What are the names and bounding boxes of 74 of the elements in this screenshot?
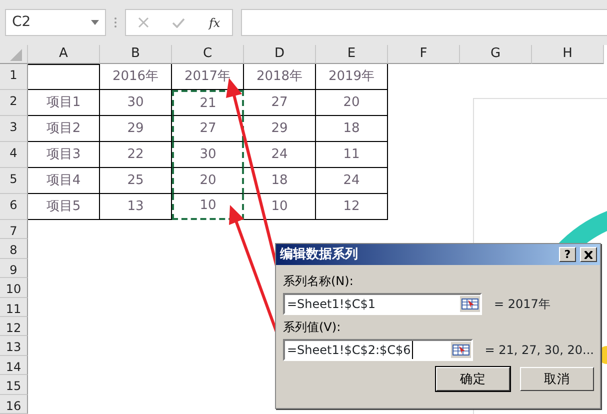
table-cell: 11 [316, 142, 388, 168]
row-header[interactable]: 11 [0, 298, 28, 317]
formula-input[interactable] [241, 9, 607, 36]
dropdown-icon [91, 20, 99, 25]
result-preview: = 21, 27, 30, 20... [484, 342, 594, 359]
row-header[interactable]: 6 [0, 194, 28, 220]
formula-field[interactable]: =Sheet1!$C$1 [283, 293, 482, 315]
help-button[interactable]: ? [559, 247, 576, 262]
close-button[interactable] [580, 247, 597, 262]
column-header[interactable]: H [532, 45, 604, 64]
row-header[interactable]: 15 [0, 375, 28, 395]
column-header[interactable]: E [316, 45, 388, 64]
field-label: 系列名称(N): [283, 273, 354, 290]
dialog-button[interactable]: 确定 [436, 367, 510, 391]
field-label: 系列值(V): [283, 319, 342, 336]
row-header[interactable]: 2 [0, 90, 28, 116]
row-header[interactable]: 4 [0, 142, 28, 168]
grip-icon [114, 17, 117, 28]
row-header[interactable]: 3 [0, 116, 28, 142]
check-icon[interactable] [172, 18, 186, 28]
column-header[interactable]: F [388, 45, 460, 64]
range-picker-icon[interactable] [460, 296, 480, 312]
column-header[interactable]: B [100, 45, 172, 64]
table-cell: 30 [172, 142, 244, 168]
row-header[interactable]: 14 [0, 356, 28, 376]
table-cell: 12 [316, 194, 388, 220]
table-cell: 2018年 [244, 64, 316, 90]
table-cell: 29 [244, 116, 316, 142]
insert-function-button[interactable]: fx [208, 14, 220, 32]
table-cell: 27 [172, 116, 244, 142]
table-cell: 24 [244, 142, 316, 168]
table-cell: 18 [244, 168, 316, 194]
table-cell: 10 [244, 194, 316, 220]
table-cell: 2019年 [316, 64, 388, 90]
dialog-button[interactable]: 取消 [520, 367, 594, 391]
table-cell: 项目2 [28, 116, 100, 142]
table-cell: 27 [244, 90, 316, 116]
result-preview: = 2017年 [494, 296, 550, 313]
close-icon [584, 250, 593, 258]
row-header[interactable]: 13 [0, 336, 28, 356]
table-cell: 22 [100, 142, 172, 168]
row-header[interactable]: 9 [0, 258, 28, 278]
dialog-title: 编辑数据系列 [280, 246, 358, 264]
field-value: =Sheet1!$C$2:$C$6 [287, 341, 413, 359]
table-cell: 25 [100, 168, 172, 194]
column-header[interactable]: G [460, 45, 532, 64]
table-cell: 30 [100, 90, 172, 116]
table-cell: 项目4 [28, 168, 100, 194]
table-cell: 项目5 [28, 194, 100, 220]
column-header[interactable]: C [172, 45, 244, 64]
row-header[interactable]: 16 [0, 394, 28, 414]
range-picker-icon[interactable] [450, 342, 471, 358]
name-box[interactable]: C2 [5, 9, 106, 36]
table-cell: 13 [100, 194, 172, 220]
column-header[interactable]: A [28, 45, 100, 64]
table-cell: 24 [316, 168, 388, 194]
field-value: =Sheet1!$C$1 [287, 296, 376, 313]
table-cell: 2016年 [100, 64, 172, 90]
column-header[interactable]: D [244, 45, 316, 64]
row-header[interactable]: 7 [0, 220, 28, 240]
table-cell: 20 [316, 90, 388, 116]
row-header[interactable]: 5 [0, 168, 28, 194]
row-header[interactable]: 1 [0, 64, 28, 90]
table-cell: 项目1 [28, 90, 100, 116]
row-header[interactable]: 10 [0, 278, 28, 298]
formula-field[interactable]: =Sheet1!$C$2:$C$6 [283, 339, 473, 361]
table-cell: 20 [172, 168, 244, 194]
row-header[interactable]: 12 [0, 316, 28, 336]
row-header[interactable]: 8 [0, 239, 28, 259]
table-cell: 18 [316, 116, 388, 142]
cancel-icon[interactable] [138, 17, 149, 28]
table-cell: 29 [100, 116, 172, 142]
table-cell: 项目3 [28, 142, 100, 168]
select-all-icon[interactable] [10, 49, 22, 61]
